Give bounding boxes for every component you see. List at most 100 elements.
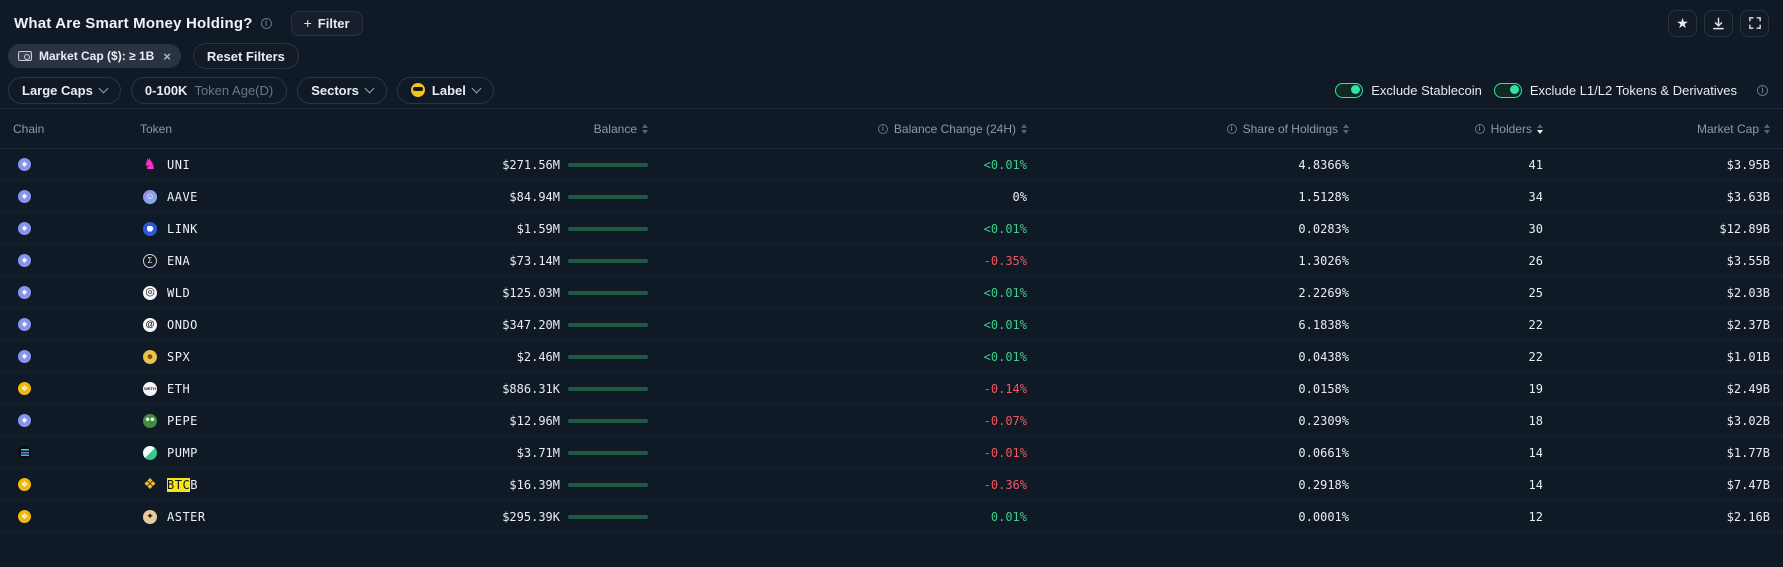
balance-value: $295.39K — [450, 510, 560, 524]
exclude-stablecoin-toggle-group: Exclude Stablecoin — [1335, 83, 1482, 98]
ethereum-chain-icon: ◆ — [18, 286, 31, 299]
label-dropdown[interactable]: Label — [397, 77, 494, 104]
share-info-icon[interactable]: i — [1226, 123, 1238, 135]
favorite-button[interactable]: ★ — [1668, 10, 1697, 37]
token-cell[interactable]: LINK — [140, 222, 450, 236]
wld-token-icon: ◎ — [143, 286, 157, 300]
token-age-label: Token Age(D) — [194, 83, 273, 98]
share-of-holdings-value: 0.0001% — [1027, 510, 1349, 524]
column-header-token: Token — [140, 122, 450, 136]
token-cell[interactable]: ♞ UNI — [140, 158, 450, 172]
holders-value: 22 — [1349, 350, 1543, 364]
add-filter-button[interactable]: + Filter — [291, 11, 363, 36]
controls-row: Large Caps 0-100K Token Age(D) Sectors L… — [0, 72, 1783, 108]
table-row[interactable]: ❖ ❖ BTCB $16.39M -0.36% 0.2918% 14 $7.47… — [0, 469, 1783, 501]
token-age-value: 0-100K — [145, 83, 188, 98]
balance-bar — [568, 291, 648, 295]
token-age-filter[interactable]: 0-100K Token Age(D) — [131, 77, 287, 104]
market-cap-value: $3.95B — [1543, 158, 1770, 172]
column-header-balance[interactable]: Balance — [450, 122, 648, 136]
market-cap-value: $12.89B — [1543, 222, 1770, 236]
exclude-stablecoin-toggle[interactable] — [1335, 83, 1363, 98]
market-cap-chip-label: Market Cap ($): ≥ 1B — [39, 49, 154, 63]
chain-cell: ◆ — [13, 318, 140, 331]
share-of-holdings-value: 0.2918% — [1027, 478, 1349, 492]
sort-icon[interactable] — [1764, 124, 1770, 134]
market-cap-value: $2.03B — [1543, 286, 1770, 300]
token-cell[interactable]: ❖ BTCB — [140, 478, 450, 492]
market-cap-value: $3.55B — [1543, 254, 1770, 268]
market-cap-value: $1.77B — [1543, 446, 1770, 460]
column-header-balance-change[interactable]: i Balance Change (24H) — [648, 122, 1027, 136]
balance-change-value: <0.01% — [648, 222, 1027, 236]
table-row[interactable]: ❖ ✦ ASTER $295.39K 0.01% 0.0001% 12 $2.1… — [0, 501, 1783, 533]
holders-value: 14 — [1349, 478, 1543, 492]
column-header-share-of-holdings[interactable]: i Share of Holdings — [1027, 122, 1349, 136]
holders-info-icon[interactable]: i — [1474, 123, 1486, 135]
balance-change-info-icon[interactable]: i — [877, 123, 889, 135]
token-cell[interactable]: @ ONDO — [140, 318, 450, 332]
page-title: What Are Smart Money Holding? — [14, 15, 253, 32]
table-row[interactable]: ◆ @ ONDO $347.20M <0.01% 6.1838% 22 $2.3… — [0, 309, 1783, 341]
token-cell[interactable]: PEPE — [140, 414, 450, 428]
token-symbol: LINK — [167, 222, 198, 236]
share-of-holdings-value: 0.0438% — [1027, 350, 1349, 364]
column-header-chain: Chain — [13, 122, 140, 136]
reset-filters-button[interactable]: Reset Filters — [193, 43, 299, 69]
table-row[interactable]: ◆ LINK $1.59M <0.01% 0.0283% 30 $12.89B — [0, 213, 1783, 245]
token-cell[interactable]: Σ ENA — [140, 254, 450, 268]
weth-token-icon: WETH — [143, 382, 157, 396]
balance-bar-cell — [560, 355, 648, 359]
holders-value: 19 — [1349, 382, 1543, 396]
spx-token-icon: ☻ — [143, 350, 157, 364]
chain-cell: ◆ — [13, 414, 140, 427]
table-row[interactable]: ◆ Σ ENA $73.14M -0.35% 1.3026% 26 $3.55B — [0, 245, 1783, 277]
download-button[interactable] — [1704, 10, 1733, 37]
token-symbol: ETH — [167, 382, 190, 396]
table-row[interactable]: PUMP $3.71M -0.01% 0.0661% 14 $1.77B — [0, 437, 1783, 469]
column-header-market-cap[interactable]: Market Cap — [1543, 122, 1770, 136]
token-cell[interactable]: WETH ETH — [140, 382, 450, 396]
table-row[interactable]: ◆ ☻ SPX $2.46M <0.01% 0.0438% 22 $1.01B — [0, 341, 1783, 373]
market-cap-value: $7.47B — [1543, 478, 1770, 492]
token-cell[interactable]: PUMP — [140, 446, 450, 460]
balance-value: $73.14M — [450, 254, 560, 268]
share-of-holdings-value: 1.5128% — [1027, 190, 1349, 204]
token-cell[interactable]: ☻ SPX — [140, 350, 450, 364]
aave-token-icon: ☺ — [143, 190, 157, 204]
balance-bar-cell — [560, 515, 648, 519]
share-of-holdings-value: 0.0661% — [1027, 446, 1349, 460]
table-row[interactable]: ◆ ◎ WLD $125.03M <0.01% 2.2269% 25 $2.03… — [0, 277, 1783, 309]
table-row[interactable]: ◆ ☺ AAVE $84.94M 0% 1.5128% 34 $3.63B — [0, 181, 1783, 213]
exclude-l1l2-toggle[interactable] — [1494, 83, 1522, 98]
sectors-dropdown[interactable]: Sectors — [297, 77, 387, 104]
balance-change-value: 0.01% — [648, 510, 1027, 524]
banknote-icon — [18, 51, 32, 61]
balance-bar-cell — [560, 419, 648, 423]
balance-bar-cell — [560, 227, 648, 231]
token-cell[interactable]: ◎ WLD — [140, 286, 450, 300]
table-row[interactable]: ◆ PEPE $12.96M -0.07% 0.2309% 18 $3.02B — [0, 405, 1783, 437]
share-of-holdings-value: 0.0283% — [1027, 222, 1349, 236]
link-token-icon — [143, 222, 157, 236]
close-icon[interactable]: × — [163, 49, 171, 64]
table-row[interactable]: ❖ WETH ETH $886.31K -0.14% 0.0158% 19 $2… — [0, 373, 1783, 405]
solana-chain-icon — [18, 446, 31, 459]
market-cap-filter-chip[interactable]: Market Cap ($): ≥ 1B × — [8, 44, 181, 68]
column-header-holders[interactable]: i Holders — [1349, 122, 1543, 136]
holders-value: 25 — [1349, 286, 1543, 300]
token-cell[interactable]: ✦ ASTER — [140, 510, 450, 524]
title-info-icon[interactable]: i — [260, 17, 273, 30]
holders-value: 30 — [1349, 222, 1543, 236]
table-row[interactable]: ◆ ♞ UNI $271.56M <0.01% 4.8366% 41 $3.95… — [0, 149, 1783, 181]
fullscreen-button[interactable] — [1740, 10, 1769, 37]
l1l2-info-icon[interactable]: i — [1756, 84, 1769, 97]
chain-cell: ◆ — [13, 190, 140, 203]
ethereum-chain-icon: ◆ — [18, 318, 31, 331]
market-cap-size-dropdown[interactable]: Large Caps — [8, 77, 121, 104]
ethereum-chain-icon: ◆ — [18, 222, 31, 235]
chain-cell: ◆ — [13, 350, 140, 363]
download-icon — [1712, 17, 1725, 30]
token-cell[interactable]: ☺ AAVE — [140, 190, 450, 204]
search-highlight: BTC — [167, 478, 190, 492]
